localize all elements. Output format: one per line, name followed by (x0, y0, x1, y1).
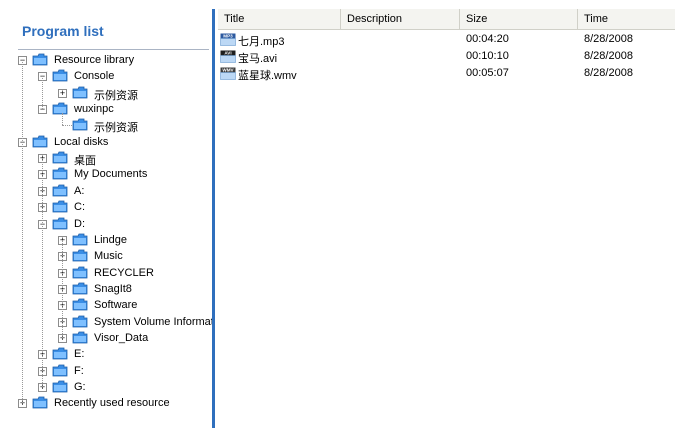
table-row[interactable]: AVI 宝马.avi 00:10:10 8/28/2008 (218, 48, 675, 65)
table-row[interactable]: MP3 七月.mp3 00:04:20 8/28/2008 (218, 31, 675, 48)
tree-node-label: SnagIt8 (94, 282, 132, 295)
cell-time: 8/28/2008 (584, 50, 633, 62)
tree-guide-line (42, 76, 43, 110)
tree-node-label: Software (94, 299, 138, 312)
folder-icon (72, 298, 88, 311)
tree-node-label: F: (74, 364, 84, 377)
folder-icon (52, 168, 68, 180)
tree-node-label: G: (74, 381, 86, 393)
folder-icon (52, 69, 68, 82)
media-file-icon: MP3 (220, 33, 236, 46)
tree-node-label: Resource library (54, 54, 135, 66)
table-row[interactable]: WMV 蓝星球.wmv 00:05:07 8/28/2008 (218, 65, 675, 82)
folder-icon (72, 282, 88, 295)
tree-node-label: My Documents (74, 168, 148, 181)
expand-toggle[interactable]: + (58, 88, 67, 98)
tree-node-label: Visor_Data (94, 331, 149, 344)
cell-size: 00:10:10 (466, 50, 509, 62)
folder-icon (52, 151, 68, 164)
cell-title: 蓝星球.wmv (238, 70, 297, 82)
tree-guide-line (22, 60, 23, 404)
folder-icon (52, 102, 68, 115)
folder-icon (72, 118, 88, 131)
file-type-badge: AVI (224, 51, 231, 56)
cell-time: 8/28/2008 (584, 33, 633, 45)
tree-guide-line (62, 113, 63, 126)
resource-tree: − Resource library − Console + 示例资源 − wuxinpc 示例… (12, 9, 215, 428)
tree-node-label: D: (74, 217, 85, 230)
column-header-title[interactable]: Title (218, 9, 341, 29)
file-type-badge: MP3 (223, 34, 233, 39)
folder-icon (72, 266, 88, 278)
tree-node-label: E: (74, 348, 85, 361)
folder-icon (72, 233, 88, 246)
folder-icon (72, 249, 88, 262)
folder-icon (52, 364, 68, 377)
tree-connector (62, 125, 72, 127)
folder-icon (52, 184, 68, 197)
tree-node-label: Lindge (94, 233, 128, 246)
folder-icon (52, 217, 68, 229)
folder-icon (32, 135, 48, 148)
tree-node[interactable]: − Local disks (12, 134, 212, 150)
cell-time: 8/28/2008 (584, 67, 633, 79)
tree-node-label: Console (74, 70, 115, 83)
folder-icon (72, 331, 88, 344)
column-header-time[interactable]: Time (578, 9, 675, 29)
media-file-icon: WMV (220, 67, 236, 80)
cell-size: 00:05:07 (466, 67, 509, 79)
tree-node[interactable]: + Recently used resource (12, 395, 212, 411)
tree-node-label: C: (74, 201, 85, 214)
tree-node-label: System Volume Informatic (94, 315, 215, 328)
tree-node[interactable]: 示例资源 (12, 117, 212, 134)
file-type-badge: WMV (222, 68, 234, 73)
column-header-description[interactable]: Description (341, 9, 460, 29)
folder-icon (72, 86, 88, 99)
folder-icon (32, 53, 48, 66)
tree-node[interactable]: − Resource library (12, 52, 212, 68)
tree-node-label: Recently used resource (54, 397, 170, 410)
file-list-header: Title Description Size Time (218, 9, 675, 30)
folder-icon (32, 396, 48, 409)
folder-icon (72, 315, 88, 327)
cell-title: 宝马.avi (238, 53, 278, 65)
media-file-icon: AVI (220, 50, 236, 63)
tree-guide-line (62, 239, 63, 338)
column-header-size[interactable]: Size (460, 9, 578, 29)
cell-title: 七月.mp3 (238, 36, 285, 48)
folder-icon (52, 380, 68, 393)
cell-size: 00:04:20 (466, 33, 509, 45)
tree-node-label: Local disks (54, 135, 109, 148)
tree-guide-line (42, 158, 43, 387)
folder-icon (52, 347, 68, 360)
folder-icon (52, 200, 68, 213)
tree-node-label: A: (74, 184, 85, 197)
tree-node-label: wuxinpc (74, 103, 114, 116)
program-list-panel: Program list − Resource library − Console + 示… (12, 9, 215, 428)
tree-node-label: RECYCLER (94, 266, 154, 279)
file-list-panel: Title Description Size Time MP3 七月.mp3 00:… (218, 9, 675, 428)
tree-node-label: Music (94, 250, 123, 263)
